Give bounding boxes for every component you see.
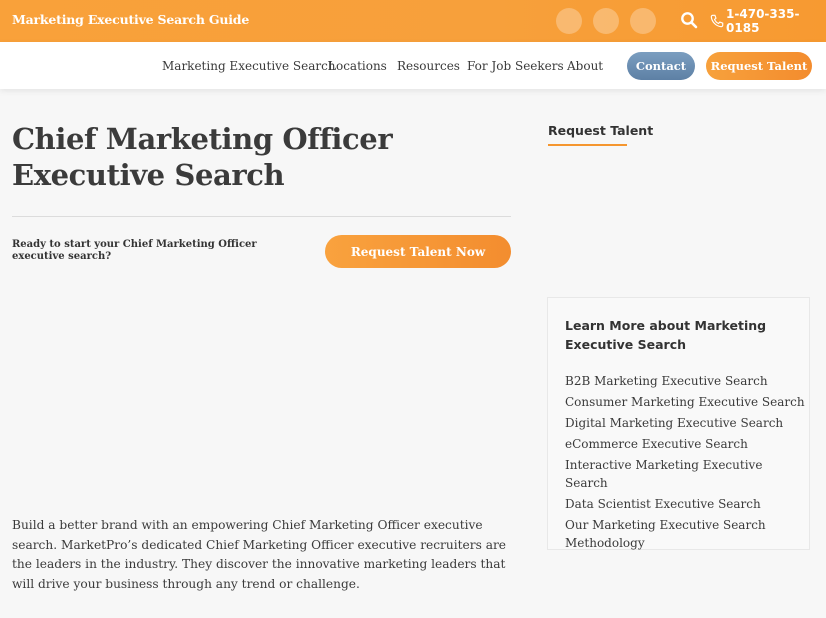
page-title: Chief Marketing Officer Executive Search xyxy=(12,122,393,192)
link-data-scientist[interactable]: Data Scientist Executive Search xyxy=(565,495,805,513)
heading-underline xyxy=(548,144,627,146)
site-title[interactable]: Marketing Executive Search Guide xyxy=(12,12,249,27)
learn-more-links: B2B Marketing Executive Search Consumer … xyxy=(565,372,805,555)
social-icon-1[interactable] xyxy=(556,8,582,34)
main-nav: Marketing Executive Search Locations Res… xyxy=(0,42,826,89)
link-b2b-marketing[interactable]: B2B Marketing Executive Search xyxy=(565,372,805,390)
phone-link[interactable]: 1-470-335-0185 xyxy=(710,7,826,35)
phone-number: 1-470-335-0185 xyxy=(726,7,800,35)
social-icon-3[interactable] xyxy=(630,8,656,34)
nav-resources[interactable]: Resources xyxy=(397,59,460,73)
title-divider xyxy=(12,216,511,217)
nav-locations[interactable]: Locations xyxy=(328,59,387,73)
sidebar-request-heading: Request Talent xyxy=(548,123,654,138)
nav-about[interactable]: About xyxy=(567,59,603,73)
search-icon[interactable] xyxy=(680,11,698,29)
link-interactive-marketing[interactable]: Interactive Marketing Executive Search xyxy=(565,456,805,492)
learn-more-title: Learn More about Marketing Executive Sea… xyxy=(565,318,767,352)
top-bar: Marketing Executive Search Guide 1-470-3… xyxy=(0,0,826,42)
nav-for-job-seekers[interactable]: For Job Seekers xyxy=(467,59,564,73)
link-methodology[interactable]: Our Marketing Executive Search Methodolo… xyxy=(565,516,805,552)
social-icon-2[interactable] xyxy=(593,8,619,34)
request-talent-now-button[interactable]: Request Talent Now xyxy=(325,235,511,268)
link-digital-marketing[interactable]: Digital Marketing Executive Search xyxy=(565,414,805,432)
cta-text: Ready to start your Chief Marketing Offi… xyxy=(12,239,257,262)
link-ecommerce[interactable]: eCommerce Executive Search xyxy=(565,435,805,453)
phone-icon xyxy=(710,14,724,28)
learn-more-box: Learn More about Marketing Executive Sea… xyxy=(547,297,810,550)
intro-paragraph: Build a better brand with an empowering … xyxy=(12,518,506,591)
link-consumer-marketing[interactable]: Consumer Marketing Executive Search xyxy=(565,393,805,411)
request-talent-button[interactable]: Request Talent xyxy=(706,52,812,80)
contact-button[interactable]: Contact xyxy=(627,52,695,80)
nav-marketing-executive-search[interactable]: Marketing Executive Search xyxy=(162,59,336,73)
